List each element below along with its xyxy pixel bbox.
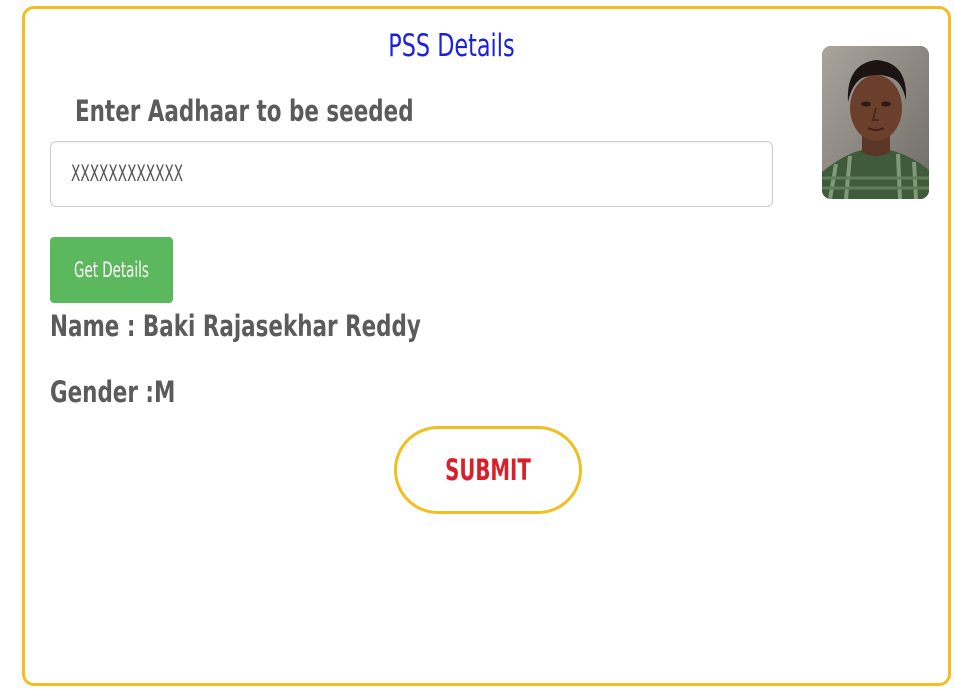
submit-label: SUBMIT xyxy=(445,453,531,487)
get-details-button[interactable]: Get Details xyxy=(50,237,173,303)
name-text: Name : Baki Rajasekhar Reddy xyxy=(50,309,421,343)
get-details-label: Get Details xyxy=(74,258,149,282)
pss-details-card: PSS Details Enter Aadhaar to be seeded xyxy=(22,6,951,686)
aadhaar-input[interactable] xyxy=(71,159,493,189)
profile-photo xyxy=(822,46,929,199)
aadhaar-field[interactable] xyxy=(50,141,773,207)
gender-text: Gender :M xyxy=(50,375,176,409)
page-title: PSS Details xyxy=(388,28,515,64)
aadhaar-label: Enter Aadhaar to be seeded xyxy=(75,94,414,128)
submit-button[interactable]: SUBMIT xyxy=(394,426,582,514)
